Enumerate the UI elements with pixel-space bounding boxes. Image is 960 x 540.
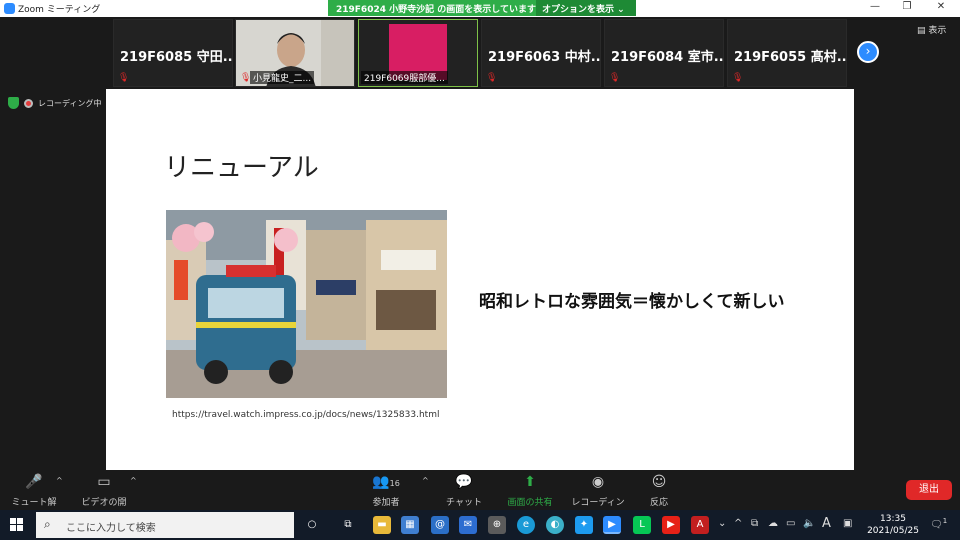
chat-icon: 💬 xyxy=(455,474,473,490)
windows-taskbar: ⌕ ここに入力して検索 ○ ⧉ ▬ ▦ @ ✉ ⊕ e ◐ ✦ ▶ L ▶ A … xyxy=(0,510,960,540)
mic-off-icon: 🎤 xyxy=(25,474,43,490)
shared-slide: リニューアル https://travel.watch.impress.co.j… xyxy=(106,89,854,470)
notification-count: 1 xyxy=(942,517,948,525)
view-options-button[interactable]: オプションを表示 ⌄ xyxy=(536,0,636,16)
video-off-icon: ▭ xyxy=(97,474,111,490)
participants-options-caret[interactable]: ^ xyxy=(422,476,429,485)
file-explorer-icon[interactable]: ▬ xyxy=(373,516,391,534)
participant-tile[interactable]: 🎙 小見龍史_二... xyxy=(235,19,355,87)
participants-icon: 👥16 xyxy=(372,474,400,490)
share-screen-icon: ⬆ xyxy=(524,474,536,490)
youtube-icon[interactable]: ▶ xyxy=(662,516,680,534)
edge-icon[interactable]: e xyxy=(517,516,535,534)
acrobat-icon[interactable]: A xyxy=(691,516,709,534)
participant-strip: 219F6085 守田... 🎙 🎙 小見龍史_二... 219F6069服部優… xyxy=(0,17,960,89)
chevron-up-icon[interactable]: ^ xyxy=(734,518,742,529)
chevron-right-icon: › xyxy=(865,44,871,58)
search-placeholder: ここに入力して検索 xyxy=(66,523,156,534)
ime-indicator[interactable]: A xyxy=(822,516,831,531)
record-dot-icon xyxy=(24,98,33,108)
audio-options-caret[interactable]: ^ xyxy=(56,476,63,485)
slide-headline: 昭和レトロな雰囲気＝懐かしくて新しい xyxy=(479,292,785,312)
chat-label: チャット xyxy=(446,498,482,508)
share-message: 219F6024 小野寺沙記 の画面を表示しています xyxy=(336,5,536,15)
participant-name: 小見龍史_二... xyxy=(250,71,315,84)
window-titlebar: Zoom ミーティング 219F6024 小野寺沙記 の画面を表示しています オ… xyxy=(0,0,960,17)
taskbar-search[interactable]: ⌕ ここに入力して検索 xyxy=(36,512,294,538)
participant-count: 16 xyxy=(389,479,400,488)
close-button[interactable]: ✕ xyxy=(926,1,956,15)
participant-name: 219F6063 中村... xyxy=(488,50,601,65)
record-icon: ◉ xyxy=(591,474,605,490)
search-icon: ⌕ xyxy=(44,517,51,531)
windows-start-button[interactable] xyxy=(10,518,24,532)
smiley-icon: ☺ xyxy=(651,474,667,490)
task-view-icon[interactable]: ⧉ xyxy=(339,516,357,534)
ime-pad-icon[interactable]: ▣ xyxy=(843,518,852,529)
mail-icon[interactable]: ✉ xyxy=(459,516,477,534)
chevron-down-icon: ⌄ xyxy=(617,5,625,15)
app-title: Zoom ミーティング xyxy=(18,5,101,15)
image-caption: https://travel.watch.impress.co.jp/docs/… xyxy=(172,410,440,420)
participant-tile[interactable]: 219F6084 室市... 🎙 xyxy=(604,19,724,87)
participants-label: 参加者 xyxy=(372,498,400,508)
next-page-button[interactable]: › xyxy=(857,41,879,63)
window-title: Zoom ミーティング xyxy=(4,2,100,15)
shield-icon xyxy=(8,97,19,109)
participant-tile-active[interactable]: 219F6069服部優... xyxy=(358,19,478,87)
reactions-label: 反応 xyxy=(649,498,668,508)
video-options-caret[interactable]: ^ xyxy=(130,476,137,485)
chat-button[interactable]: 💬 チャット xyxy=(446,474,482,508)
view-button[interactable]: ▤ 表示 xyxy=(917,23,946,36)
browser-icon[interactable]: ◐ xyxy=(546,516,564,534)
outlook-icon[interactable]: ⊕ xyxy=(488,516,506,534)
notification-icon[interactable]: 🗨1 xyxy=(930,517,947,530)
participant-tile[interactable]: 219F6085 守田... 🎙 xyxy=(113,19,233,87)
line-icon[interactable]: L xyxy=(633,516,651,534)
mail-at-icon[interactable]: @ xyxy=(431,516,449,534)
zoom-logo-icon xyxy=(4,3,15,14)
view-label: 表示 xyxy=(928,26,947,36)
twitter-icon[interactable]: ✦ xyxy=(575,516,593,534)
clock-time: 13:35 xyxy=(880,514,906,524)
onedrive-icon[interactable]: ☁ xyxy=(768,518,778,529)
cortana-icon[interactable]: ○ xyxy=(303,516,321,534)
recording-label: レコーディング中 xyxy=(38,98,102,108)
minimize-button[interactable]: — xyxy=(860,1,890,15)
tray-overflow-icon[interactable]: ⌄ xyxy=(718,518,726,529)
slide-photo xyxy=(166,210,447,398)
participants-button[interactable]: 👥16 参加者 xyxy=(366,474,406,508)
share-screen-label: 画面の共有 xyxy=(507,498,553,508)
mic-muted-icon: 🎙 xyxy=(732,73,744,83)
participant-name: 219F6084 室市... xyxy=(611,50,724,65)
grid-icon: ▤ xyxy=(917,26,929,36)
taskbar-clock[interactable]: 13:35 2021/05/25 xyxy=(866,513,920,537)
screen-share-banner: 219F6024 小野寺沙記 の画面を表示しています オプションを表示 ⌄ xyxy=(328,0,636,16)
mic-muted-icon: 🎙 xyxy=(486,73,498,83)
zoom-taskbar-icon[interactable]: ▶ xyxy=(603,516,621,534)
recording-indicator: レコーディング中 xyxy=(8,97,101,109)
participant-name: 219F6055 髙村... xyxy=(734,50,847,65)
slide-title: リニューアル xyxy=(164,153,319,183)
mic-muted-icon: 🎙 xyxy=(609,73,621,83)
restore-button[interactable]: ❐ xyxy=(892,1,922,15)
store-icon[interactable]: ▦ xyxy=(401,516,419,534)
volume-icon[interactable]: 🔈 xyxy=(803,518,815,529)
clock-date: 2021/05/25 xyxy=(867,526,919,536)
share-screen-button[interactable]: ⬆ 画面の共有 xyxy=(504,474,556,508)
participant-name: 219F6069服部優... xyxy=(361,71,448,84)
participant-tile[interactable]: 219F6063 中村... 🎙 xyxy=(481,19,601,87)
retro-street-image xyxy=(166,210,447,398)
participant-tile[interactable]: 219F6055 髙村... 🎙 xyxy=(727,19,847,87)
battery-icon[interactable]: ▭ xyxy=(786,518,795,529)
leave-button[interactable]: 退出 xyxy=(906,480,952,500)
view-options-label: オプションを表示 xyxy=(542,5,615,15)
reactions-button[interactable]: ☺ 反応 xyxy=(644,474,674,508)
participant-name: 219F6085 守田... xyxy=(120,50,233,65)
meeting-controls: 🎤 ミュート解除 ^ ▭ ビデオの開始 ^ 👥16 参加者 ^ 💬 チャット ⬆… xyxy=(0,470,960,521)
meet-now-icon[interactable]: ⧉ xyxy=(751,518,758,529)
mic-muted-icon: 🎙 xyxy=(118,73,130,83)
